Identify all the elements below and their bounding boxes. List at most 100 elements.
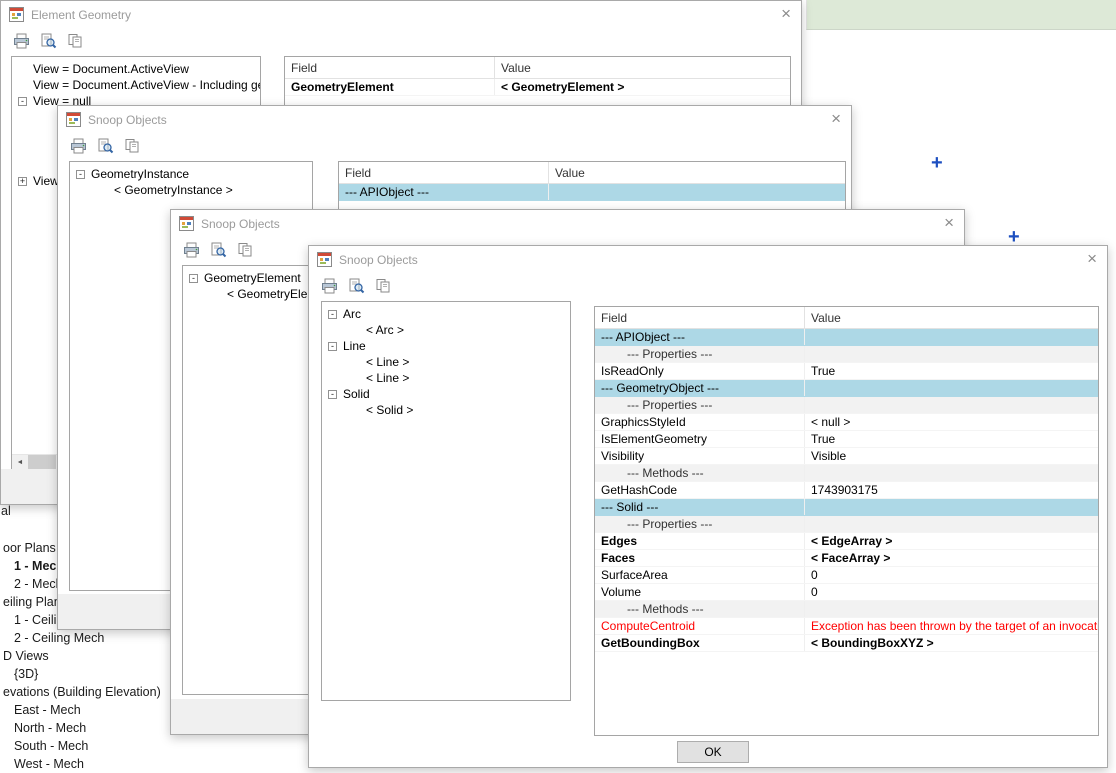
minus-expander-icon[interactable]: -	[328, 342, 337, 351]
tree-item[interactable]: < Arc >	[322, 322, 570, 338]
field-column-header[interactable]: Field	[339, 162, 549, 183]
value-cell: < null >	[805, 414, 1098, 430]
field-value-row[interactable]: IsElementGeometryTrue	[595, 431, 1098, 448]
field-value-grid: GeometryElement< GeometryElement >	[285, 79, 790, 96]
value-cell: True	[805, 431, 1098, 447]
field-cell: --- Solid ---	[595, 499, 805, 515]
value-cell: 1743903175	[805, 482, 1098, 498]
tree-item[interactable]: View = Document.ActiveView	[12, 61, 260, 77]
field-value-row[interactable]: ComputeCentroidException has been thrown…	[595, 618, 1098, 635]
titlebar[interactable]: Element Geometry ×	[1, 1, 801, 28]
field-value-row[interactable]: SurfaceArea0	[595, 567, 1098, 584]
scroll-left-icon[interactable]: ◄	[12, 459, 28, 466]
minus-expander-icon[interactable]: -	[189, 274, 198, 283]
grid-header: Field Value	[285, 57, 790, 79]
field-value-row[interactable]: --- APIObject ---	[339, 184, 845, 201]
field-cell: --- Methods ---	[595, 601, 805, 617]
field-cell: IsElementGeometry	[595, 431, 805, 447]
field-value-row[interactable]: GeometryElement< GeometryElement >	[285, 79, 790, 96]
tree-item[interactable]: -Solid	[322, 386, 570, 402]
field-value-row[interactable]: GetHashCode1743903175	[595, 482, 1098, 499]
field-value-row[interactable]: --- GeometryObject ---	[595, 380, 1098, 397]
value-column-header[interactable]: Value	[805, 307, 1098, 328]
print-preview-icon[interactable]	[209, 242, 227, 258]
tree-item-label: Arc	[343, 307, 361, 321]
tree-item[interactable]: < Line >	[322, 370, 570, 386]
field-value-row[interactable]: --- Solid ---	[595, 499, 1098, 516]
value-cell	[549, 184, 845, 200]
minus-expander-icon[interactable]: -	[328, 390, 337, 399]
minus-expander-icon[interactable]: -	[76, 170, 85, 179]
print-preview-icon[interactable]	[347, 278, 365, 294]
copy-to-clipboard-icon[interactable]	[66, 33, 84, 49]
minus-expander-icon[interactable]: -	[18, 97, 27, 106]
titlebar[interactable]: Snoop Objects ×	[309, 246, 1107, 273]
field-value-row[interactable]: --- Methods ---	[595, 601, 1098, 618]
value-cell: 0	[805, 584, 1098, 600]
print-icon[interactable]	[320, 278, 338, 294]
field-value-row[interactable]: Edges< EdgeArray >	[595, 533, 1098, 550]
field-cell: --- APIObject ---	[339, 184, 549, 200]
copy-to-clipboard-icon[interactable]	[123, 138, 141, 154]
field-value-row[interactable]: --- Properties ---	[595, 346, 1098, 363]
print-icon[interactable]	[182, 242, 200, 258]
close-icon[interactable]: ×	[1087, 249, 1097, 269]
value-cell: 0	[805, 567, 1098, 583]
field-value-row[interactable]: Volume0	[595, 584, 1098, 601]
field-cell: --- Properties ---	[595, 397, 805, 413]
field-value-row[interactable]: --- Methods ---	[595, 465, 1098, 482]
plus-expander-icon[interactable]: +	[18, 177, 27, 186]
tree-item[interactable]: -GeometryInstance	[70, 166, 312, 182]
close-icon[interactable]: ×	[944, 213, 954, 233]
close-icon[interactable]: ×	[781, 4, 791, 24]
tree-item-label: < Line >	[366, 371, 409, 385]
project-browser-item[interactable]: West - Mech	[0, 755, 300, 773]
grid-header: Field Value	[339, 162, 845, 184]
field-cell: Visibility	[595, 448, 805, 464]
close-icon[interactable]: ×	[831, 109, 841, 129]
field-value-row[interactable]: IsReadOnlyTrue	[595, 363, 1098, 380]
field-value-row[interactable]: GetBoundingBox< BoundingBoxXYZ >	[595, 635, 1098, 652]
print-preview-icon[interactable]	[39, 33, 57, 49]
field-cell: Faces	[595, 550, 805, 566]
copy-to-clipboard-icon[interactable]	[374, 278, 392, 294]
value-cell: < BoundingBoxXYZ >	[805, 635, 1098, 651]
value-column-header[interactable]: Value	[549, 162, 845, 183]
value-cell: < FaceArray >	[805, 550, 1098, 566]
tree-item[interactable]: -Arc	[322, 306, 570, 322]
field-value-row[interactable]: --- Properties ---	[595, 516, 1098, 533]
project-browser-item[interactable]: South - Mech	[0, 737, 300, 755]
titlebar[interactable]: Snoop Objects ×	[171, 210, 964, 237]
tree-item[interactable]: View = Document.ActiveView - Including g…	[12, 77, 260, 93]
tree-item[interactable]: < Solid >	[322, 402, 570, 418]
field-column-header[interactable]: Field	[595, 307, 805, 328]
tree-item-label: < Line >	[366, 355, 409, 369]
print-icon[interactable]	[69, 138, 87, 154]
field-value-row[interactable]: Faces< FaceArray >	[595, 550, 1098, 567]
toolbar	[58, 133, 851, 159]
copy-to-clipboard-icon[interactable]	[236, 242, 254, 258]
titlebar[interactable]: Snoop Objects ×	[58, 106, 851, 133]
tree-item[interactable]: < GeometryInstance >	[70, 182, 312, 198]
toolbar	[309, 273, 1107, 299]
tree-item[interactable]: -Line	[322, 338, 570, 354]
print-preview-icon[interactable]	[96, 138, 114, 154]
field-cell: Edges	[595, 533, 805, 549]
field-cell: --- Properties ---	[595, 346, 805, 362]
value-cell	[805, 329, 1098, 345]
canvas-plus-mark: +	[931, 153, 943, 173]
minus-expander-icon[interactable]: -	[328, 310, 337, 319]
field-value-row[interactable]: --- Properties ---	[595, 397, 1098, 414]
tree-item[interactable]: < Line >	[322, 354, 570, 370]
value-column-header[interactable]: Value	[495, 57, 790, 78]
ok-button[interactable]: OK	[677, 741, 749, 763]
field-value-row[interactable]: VisibilityVisible	[595, 448, 1098, 465]
field-column-header[interactable]: Field	[285, 57, 495, 78]
print-icon[interactable]	[12, 33, 30, 49]
field-value-row[interactable]: GraphicsStyleId< null >	[595, 414, 1098, 431]
app-icon	[66, 112, 81, 127]
field-cell: Volume	[595, 584, 805, 600]
value-cell	[805, 516, 1098, 532]
value-cell	[805, 465, 1098, 481]
field-value-row[interactable]: --- APIObject ---	[595, 329, 1098, 346]
